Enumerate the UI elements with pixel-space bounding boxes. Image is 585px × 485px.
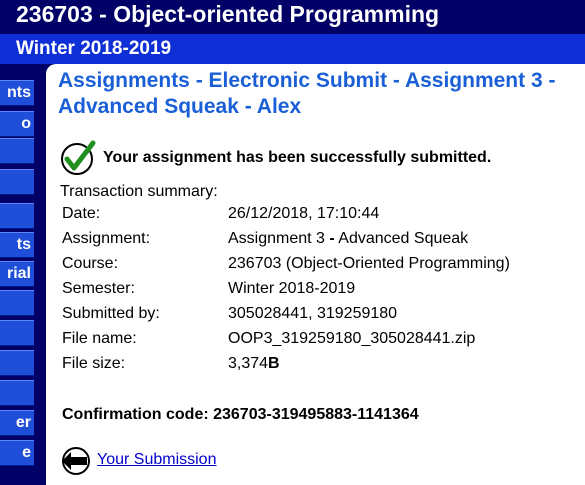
course-title: 236703 - Object-oriented Programming	[16, 1, 440, 27]
confirmation-code: Confirmation code: 236703-319495883-1141…	[62, 406, 419, 423]
summary-row-semester: Semester: Winter 2018-2019	[62, 280, 582, 305]
assignment-value: Assignment 3 - Advanced Squeak	[228, 230, 468, 248]
file-name-value: OOP3_319259180_305028441.zip	[228, 330, 476, 347]
sidebar-item-label: ts	[16, 236, 31, 253]
date-value: 26/12/2018, 17:10:44	[228, 205, 380, 222]
summary-heading: Transaction summary:	[60, 183, 218, 200]
summary-row-assignment: Assignment: Assignment 3 - Advanced Sque…	[62, 230, 582, 255]
summary-row-file-size: File size: 3,374B	[62, 355, 582, 380]
sidebar-item-label: rial	[6, 265, 31, 282]
sidebar: nts o ts rial er e	[0, 64, 46, 485]
sidebar-item-label: nts	[7, 84, 31, 101]
sidebar-item-links[interactable]: ts	[0, 232, 34, 258]
sidebar-item-home[interactable]: e	[0, 440, 34, 466]
sidebar-item[interactable]	[0, 290, 34, 316]
sidebar-item[interactable]	[0, 203, 34, 229]
assignment-value-end: Advanced Squeak	[334, 230, 469, 247]
semester-field-label: Semester:	[62, 280, 135, 297]
assignment-value-start: Assignment 3	[228, 230, 330, 247]
file-name-label: File name:	[62, 330, 137, 347]
sidebar-item[interactable]	[0, 350, 34, 376]
submitted-by-value: 305028441, 319259180	[228, 305, 398, 322]
assignment-label: Assignment:	[62, 230, 151, 247]
success-message: Your assignment has been successfully su…	[103, 149, 492, 166]
checkmark-circle-icon	[61, 140, 96, 175]
summary-row-course: Course: 236703 (Object-Oriented Programm…	[62, 255, 582, 280]
sidebar-item[interactable]	[0, 380, 34, 406]
sidebar-item-assignments[interactable]: nts	[0, 80, 34, 106]
file-size-label: File size:	[62, 355, 126, 372]
file-size-number: 3,374	[228, 355, 269, 372]
sidebar-item-label: o	[21, 115, 31, 132]
course-value: 236703 (Object-Oriented Programming)	[228, 255, 510, 272]
summary-row-date: Date: 26/12/2018, 17:10:44	[62, 205, 582, 230]
back-arrow-circle-icon[interactable]	[59, 446, 93, 476]
file-size-value: 3,374B	[228, 355, 280, 373]
page-title: Assignments - Electronic Submit - Assign…	[58, 69, 556, 118]
semester-value: Winter 2018-2019	[228, 280, 356, 297]
sidebar-item[interactable]	[0, 169, 34, 195]
date-label: Date:	[62, 205, 101, 222]
semester-label: Winter 2018-2019	[16, 38, 172, 59]
sidebar-item[interactable]	[0, 138, 34, 164]
sidebar-item-label: er	[15, 414, 31, 431]
sidebar-item-other[interactable]: er	[0, 410, 34, 436]
sidebar-item-tutorial[interactable]: rial	[0, 261, 34, 287]
summary-row-submitted-by: Submitted by: 305028441, 319259180	[62, 305, 582, 330]
summary-row-file-name: File name: OOP3_319259180_305028441.zip	[62, 330, 582, 355]
sidebar-item[interactable]	[0, 320, 34, 346]
course-label: Course:	[62, 255, 119, 272]
sidebar-item-label: e	[22, 444, 31, 461]
submitted-by-label: Submitted by:	[62, 305, 160, 322]
file-size-unit: B	[268, 355, 280, 372]
sidebar-item-info[interactable]: o	[0, 111, 34, 137]
your-submission-link[interactable]: Your Submission	[97, 451, 216, 469]
